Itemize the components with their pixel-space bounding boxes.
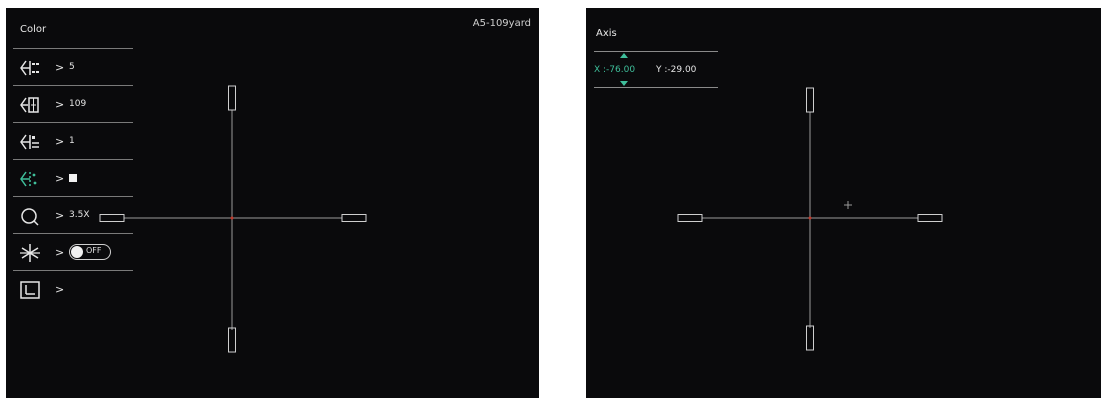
- menu-arrow: >: [55, 135, 65, 148]
- zoom-icon: [21, 208, 39, 226]
- toggle-state: OFF: [86, 246, 102, 255]
- menu-item-reticle-color[interactable]: > 5: [13, 48, 133, 85]
- color-swatch: [69, 174, 77, 182]
- menu-item-value: 109: [69, 99, 87, 109]
- freeze-toggle[interactable]: OFF: [69, 244, 111, 260]
- reticle-color-select-icon: [20, 171, 37, 187]
- menu-item-freeze[interactable]: > OFF: [13, 233, 133, 270]
- menu-item-reticle-format[interactable]: > 1: [13, 122, 133, 159]
- profile-label: A5-109yard: [472, 18, 531, 29]
- menu-arrow: >: [55, 246, 65, 259]
- toggle-knob: [71, 246, 83, 258]
- menu-arrow: >: [55, 172, 65, 185]
- reticle-format-icon: [20, 134, 39, 150]
- menu-item-value: 1: [69, 136, 75, 146]
- menu-item-zoom[interactable]: > 3.5X: [13, 196, 133, 233]
- menu-arrow: >: [55, 61, 65, 74]
- menu-title: Color: [20, 24, 47, 35]
- menu-item-value: 5: [69, 62, 75, 72]
- menu-item-reticle-color-select[interactable]: >: [13, 159, 133, 196]
- axis-y-value[interactable]: Y :-29.00: [656, 65, 696, 75]
- left-screen: Color A5-109yard > 5 > 109 > 1 > > 3.5X …: [6, 8, 539, 398]
- settings-menu: > 5 > 109 > 1 > > 3.5X > OFF >: [13, 48, 133, 307]
- axis-panel: Axis X :-76.00 Y :-29.00: [594, 22, 718, 88]
- reticle-distance-icon: [20, 97, 39, 113]
- divider: [594, 87, 718, 88]
- arrow-down-icon[interactable]: [620, 81, 628, 86]
- freeze-icon: [20, 244, 40, 262]
- menu-item-reticle-distance[interactable]: > 109: [13, 85, 133, 122]
- menu-item-value: 3.5X: [69, 210, 90, 220]
- axis-x-value[interactable]: X :-76.00: [594, 65, 635, 75]
- menu-item-axis[interactable]: >: [13, 270, 133, 307]
- axis-adjust-icon: [20, 281, 40, 299]
- menu-arrow: >: [55, 98, 65, 111]
- reticle-color-icon: [20, 60, 39, 76]
- right-screen: Axis X :-76.00 Y :-29.00: [586, 8, 1101, 398]
- arrow-up-icon[interactable]: [620, 53, 628, 58]
- divider: [594, 51, 718, 52]
- axis-title: Axis: [596, 28, 617, 39]
- menu-arrow: >: [55, 209, 65, 222]
- menu-arrow: >: [55, 283, 65, 296]
